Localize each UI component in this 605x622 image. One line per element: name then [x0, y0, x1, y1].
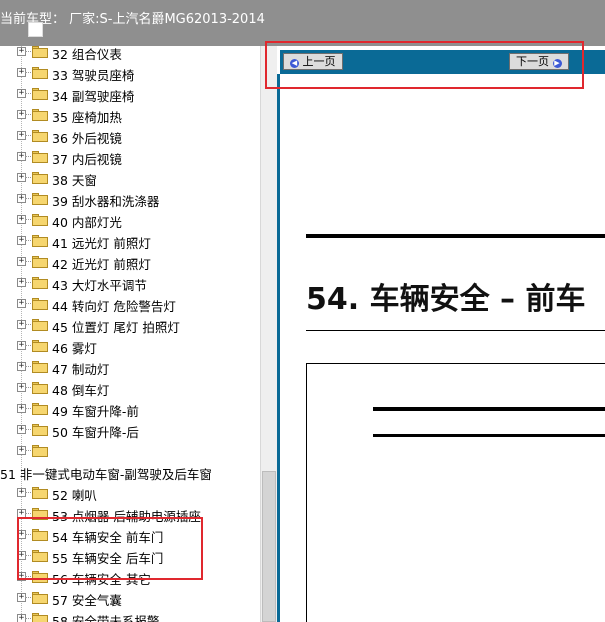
tree-item-label: 34 副驾驶座椅 [52, 89, 135, 104]
tree-item-label: 58 安全带未系报警 [52, 614, 160, 622]
folder-icon [32, 214, 48, 226]
diagram-line [373, 407, 605, 411]
window-button[interactable] [28, 22, 43, 37]
tree-item-label: 40 内部灯光 [52, 215, 122, 230]
folder-icon [32, 592, 48, 604]
folder-icon [32, 172, 48, 184]
tree-item-label: 49 车窗升降-前 [52, 404, 139, 419]
tree-item-label: 36 外后视镜 [52, 131, 122, 146]
document-page: 54. 车辆安全 – 前车 [280, 74, 605, 622]
tree-item-label: 45 位置灯 尾灯 拍照灯 [52, 320, 180, 335]
tree-item-label: 37 内后视镜 [52, 152, 122, 167]
folder-icon [32, 130, 48, 142]
folder-icon [32, 193, 48, 205]
tree-item-label: 51 非一键式电动车窗-副驾驶及后车窗 [0, 467, 212, 482]
tree-item-label: 38 天窗 [52, 173, 97, 188]
document-viewer: ◀ 上一页 下一页 ▶ 54. 车辆安全 – 前车 [277, 46, 605, 622]
tree-item-label: 48 倒车灯 [52, 383, 110, 398]
page-heading: 54. 车辆安全 – 前车 [306, 282, 586, 317]
diagram-frame [306, 363, 605, 622]
folder-icon [32, 445, 48, 457]
diagram-line [373, 434, 605, 437]
scrollbar-thumb[interactable] [262, 471, 276, 622]
heading-rule [306, 234, 605, 238]
tree-item-label: 43 大灯水平调节 [52, 278, 147, 293]
folder-icon [32, 46, 48, 58]
tree-item-label: 57 安全气囊 [52, 593, 122, 608]
folder-icon [32, 340, 48, 352]
folder-icon [32, 277, 48, 289]
folder-icon [32, 256, 48, 268]
folder-icon [32, 613, 48, 622]
tree-item-label: 44 转向灯 危险警告灯 [52, 299, 176, 314]
divider-rule [306, 330, 605, 331]
folder-icon [32, 403, 48, 415]
highlight-tree-items [17, 517, 203, 580]
folder-icon [32, 88, 48, 100]
folder-icon [32, 235, 48, 247]
tree-item-label: 33 驾驶员座椅 [52, 68, 135, 83]
tree-item-label: 46 雾灯 [52, 341, 97, 356]
title-bar: 当前车型： 厂家:S-上汽名爵MG62013-2014 [0, 0, 605, 46]
tree-item-label: 52 喇叭 [52, 488, 97, 503]
folder-icon [32, 109, 48, 121]
folder-icon [32, 298, 48, 310]
folder-icon [32, 151, 48, 163]
folder-icon [32, 361, 48, 373]
tree-item-label: 39 刮水器和洗涤器 [52, 194, 160, 209]
highlight-navigation [265, 41, 584, 89]
folder-icon [32, 424, 48, 436]
folder-icon [32, 319, 48, 331]
tree-item-label: 32 组合仪表 [52, 47, 122, 62]
tree-item-label: 41 远光灯 前照灯 [52, 236, 151, 251]
folder-icon [32, 487, 48, 499]
folder-icon [32, 67, 48, 79]
tree-item-label: 50 车窗升降-后 [52, 425, 139, 440]
tree-scrollbar[interactable] [260, 46, 277, 622]
tree-item-label: 35 座椅加热 [52, 110, 122, 125]
tree-item-label: 47 制动灯 [52, 362, 110, 377]
tree-item-label: 42 近光灯 前照灯 [52, 257, 151, 272]
folder-icon [32, 382, 48, 394]
